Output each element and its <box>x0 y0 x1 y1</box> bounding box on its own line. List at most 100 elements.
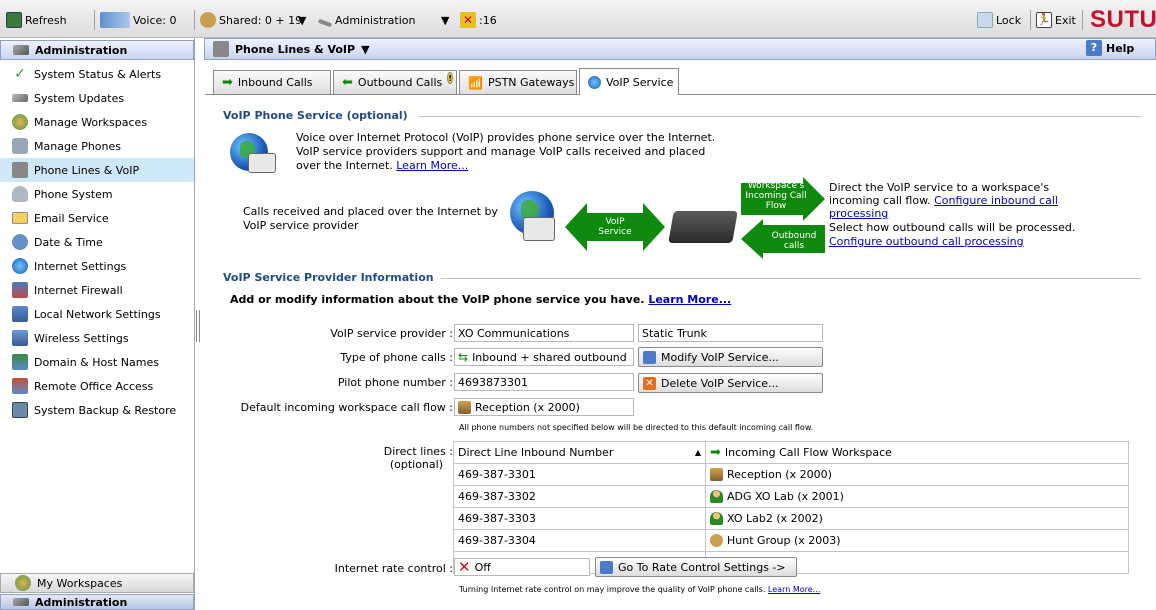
direct-line-number: 469-387-3301 <box>453 463 706 486</box>
sidebar-splitter[interactable] <box>196 310 200 342</box>
voip-content: VoIP Phone Service (optional) Voice over… <box>205 95 1156 610</box>
inbound-description: processing <box>829 207 888 220</box>
reception-icon <box>458 400 471 414</box>
wireless-icon <box>12 330 28 346</box>
direct-line-workspace: Hunt Group (x 2003) <box>705 529 1129 552</box>
help-icon: ? <box>1086 40 1102 56</box>
direct-line-workspace: ADG XO Lab (x 2001) <box>705 485 1129 508</box>
alerts-counter[interactable]: ✕ :16 <box>460 12 497 28</box>
sidebar-item-date-time[interactable]: Date & Time <box>0 230 194 254</box>
lock-button[interactable]: Lock <box>977 12 1021 28</box>
telephone-icon <box>248 153 276 173</box>
configure-inbound-link[interactable]: Configure inbound call <box>934 194 1058 207</box>
administration-menu[interactable]: Administration <box>317 12 416 28</box>
clock-icon <box>12 234 28 250</box>
administration-dropdown-arrow[interactable]: ▼ <box>441 12 449 28</box>
tab-voip-service[interactable]: VoIP Service <box>579 68 679 95</box>
firewall-icon <box>12 282 28 298</box>
configure-outbound-link[interactable]: Configure outbound call processing <box>829 235 1024 248</box>
tab-outbound-calls[interactable]: ⬅ Outbound Calls ! <box>333 70 457 94</box>
learn-more-link[interactable]: Learn More... <box>396 159 468 172</box>
tab-inbound-calls[interactable]: ➡ Inbound Calls <box>213 70 331 94</box>
sidebar-item-internet-firewall[interactable]: Internet Firewall <box>0 278 194 302</box>
column-header-number[interactable]: Direct Line Inbound Number ▲ <box>453 441 706 464</box>
sidebar-item-system-updates[interactable]: System Updates <box>0 86 194 110</box>
voice-icon <box>100 12 130 28</box>
outbound-calls-arrow-label: Outbound calls <box>771 231 817 251</box>
sidebar: Administration ✓ System Status & Alerts … <box>0 38 195 610</box>
default-flow-field: Reception (x 2000) <box>454 398 634 416</box>
voip-description: over the Internet. Learn More... <box>296 159 469 172</box>
page-title-dropdown[interactable]: ▼ <box>361 43 369 56</box>
delete-voip-service-button[interactable]: ✕ Delete VoIP Service... <box>638 373 823 393</box>
table-row[interactable]: 469-387-3304 Hunt Group (x 2003) <box>453 529 1129 552</box>
refresh-icon <box>6 12 22 28</box>
sidebar-item-system-backup[interactable]: System Backup & Restore <box>0 398 194 422</box>
backup-icon <box>12 402 28 418</box>
modify-voip-service-button[interactable]: Modify VoIP Service... <box>638 347 823 367</box>
voip-description: Voice over Internet Protocol (VoIP) prov… <box>296 131 716 144</box>
voip-section-title: VoIP Phone Service (optional) <box>223 109 408 122</box>
refresh-button[interactable]: Refresh <box>6 12 67 28</box>
exit-button[interactable]: 🏃 Exit <box>1036 12 1076 28</box>
sidebar-item-manage-phones[interactable]: Manage Phones <box>0 134 194 158</box>
direct-line-number: 469-387-3304 <box>453 529 706 552</box>
sidebar-administration-button[interactable]: Administration <box>0 594 194 610</box>
provider-label: VoIP service provider : <box>330 327 453 340</box>
sidebar-item-phone-lines-voip[interactable]: Phone Lines & VoIP <box>0 158 194 182</box>
sidebar-item-local-network[interactable]: Local Network Settings <box>0 302 194 326</box>
type-label: Type of phone calls : <box>340 351 453 364</box>
table-row[interactable]: 469-387-3301 Reception (x 2000) <box>453 463 1129 486</box>
column-header-workspace[interactable]: ➡ Incoming Call Flow Workspace <box>705 441 1129 464</box>
default-flow-note: All phone numbers not specified below wi… <box>459 423 814 432</box>
sidebar-my-workspaces-button[interactable]: My Workspaces <box>0 573 194 593</box>
sidebar-item-internet-settings[interactable]: Internet Settings <box>0 254 194 278</box>
shared-dropdown-arrow[interactable]: ▼ <box>298 12 306 28</box>
voip-description: VoIP service providers support and manag… <box>296 145 706 158</box>
calls-description: Calls received and placed over the Inter… <box>243 205 498 218</box>
help-button[interactable]: ? Help <box>1086 40 1134 56</box>
table-header-row: Direct Line Inbound Number ▲ ➡ Incoming … <box>453 441 1129 464</box>
phone-line-icon <box>213 41 229 57</box>
alert-icon: ✕ <box>460 12 476 28</box>
table-row[interactable]: 469-387-3303 XO Lab2 (x 2002) <box>453 507 1129 530</box>
shared-icon <box>200 12 216 28</box>
table-row[interactable]: 469-387-3302 ADG XO Lab (x 2001) <box>453 485 1129 508</box>
hunt-group-icon <box>710 534 723 547</box>
provider-field: XO Communications <box>454 324 634 342</box>
toolbar-divider <box>1082 10 1083 30</box>
checkmark-icon: ✓ <box>14 66 26 82</box>
sidebar-header: Administration <box>0 40 194 60</box>
search-icon <box>600 560 613 574</box>
sidebar-item-manage-workspaces[interactable]: Manage Workspaces <box>0 110 194 134</box>
rate-control-label: Internet rate control : <box>334 562 453 575</box>
envelope-icon <box>12 212 28 224</box>
learn-more-link[interactable]: Learn More... <box>768 585 820 594</box>
phone-line-icon <box>12 162 28 178</box>
sidebar-item-remote-office[interactable]: Remote Office Access <box>0 374 194 398</box>
remote-office-icon <box>12 378 28 394</box>
bidirectional-arrow-icon: ⇆ <box>458 350 469 364</box>
sidebar-item-email-service[interactable]: Email Service <box>0 206 194 230</box>
sort-ascending-icon: ▲ <box>694 448 701 457</box>
toolbar-divider <box>94 10 95 30</box>
telephone-icon <box>523 217 555 241</box>
page-title: Phone Lines & VoIP <box>235 42 356 56</box>
shared-counter[interactable]: Shared: 0 + 19 <box>200 12 302 28</box>
administration-icon <box>13 45 29 55</box>
tab-pstn-gateways[interactable]: 📶 PSTN Gateways <box>459 70 577 94</box>
sidebar-item-wireless-settings[interactable]: Wireless Settings <box>0 326 194 350</box>
arrow-left-icon: ⬅ <box>342 75 353 90</box>
top-toolbar: Refresh Voice: 0 Shared: 0 + 19 ▼ Admini… <box>0 0 1156 38</box>
learn-more-link[interactable]: Learn More... <box>648 293 731 306</box>
sidebar-item-phone-system[interactable]: Phone System <box>0 182 194 206</box>
default-flow-label: Default incoming workspace call flow : <box>240 401 453 414</box>
router-icon <box>668 211 738 243</box>
configure-inbound-link[interactable]: processing <box>829 207 888 220</box>
sidebar-item-system-status[interactable]: ✓ System Status & Alerts <box>0 62 194 86</box>
chevron-down-icon: ▼ <box>441 13 450 27</box>
sidebar-item-domain-host-names[interactable]: Domain & Host Names <box>0 350 194 374</box>
rate-control-settings-button[interactable]: Go To Rate Control Settings -> <box>595 557 797 577</box>
voice-counter[interactable]: Voice: 0 <box>100 12 176 28</box>
page-header: Phone Lines & VoIP ▼ <box>204 38 1156 60</box>
